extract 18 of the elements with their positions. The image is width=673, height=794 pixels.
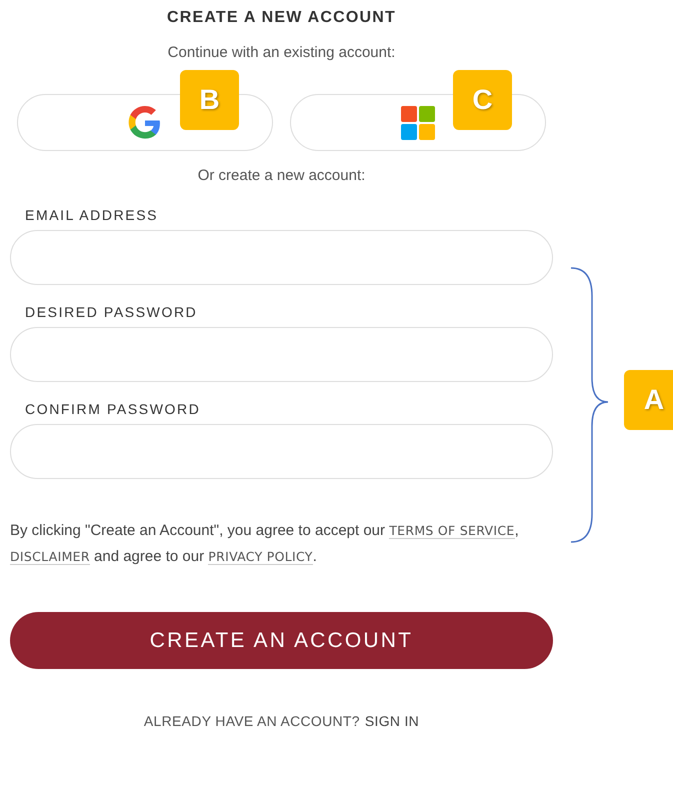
- policy-link[interactable]: DISCLAIMER: [10, 549, 90, 565]
- agreement-text: By clicking "Create an Account", you agree to accept our TERMS OF SERVICE, DISCLAIMER and agree to our PRIVACY POLICY.: [10, 521, 520, 567]
- annotation-badge: C: [453, 70, 512, 130]
- footer-text: ALREADY HAVE AN ACCOUNT?: [144, 713, 360, 729]
- google-g-icon: [128, 106, 162, 140]
- four-squares-logo-icon: [401, 106, 435, 140]
- field-label: DESIRED PASSWORD: [25, 304, 198, 320]
- create-account-button[interactable]: CREATE AN ACCOUNT: [10, 612, 553, 669]
- page-title: CREATE A NEW ACCOUNT: [166, 9, 398, 27]
- divider-text: Or create a new account:: [196, 167, 366, 184]
- field-label: EMAIL ADDRESS: [25, 207, 160, 223]
- policy-link[interactable]: TERMS OF SERVICE: [389, 523, 515, 539]
- field-label: CONFIRM PASSWORD: [25, 401, 202, 417]
- sign-in-link[interactable]: SIGN IN: [364, 713, 420, 729]
- annotation-badge: B: [180, 70, 239, 130]
- social-prompt: Continue with an existing account:: [166, 44, 396, 61]
- annotation-badge: A: [624, 370, 673, 430]
- policy-link[interactable]: PRIVACY POLICY: [208, 549, 313, 565]
